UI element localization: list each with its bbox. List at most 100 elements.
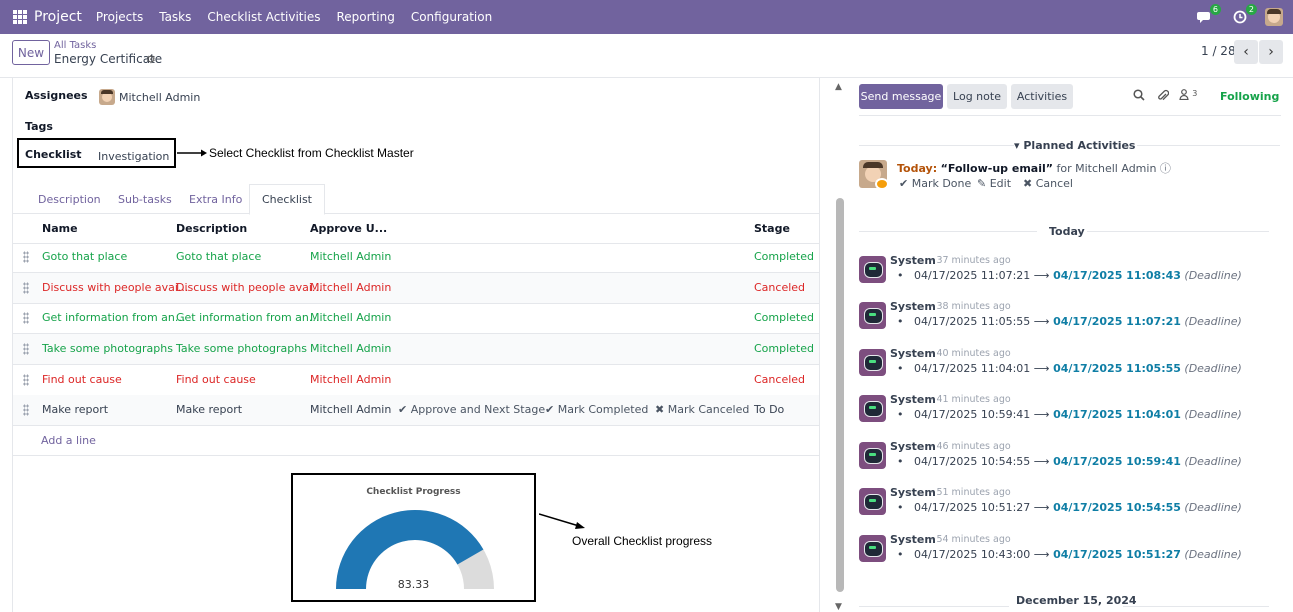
scrollbar-thumb[interactable]	[836, 198, 844, 592]
menu-reporting[interactable]: Reporting	[336, 10, 394, 24]
today-separator: Today	[1049, 225, 1085, 238]
message-item: System - 46 minutes ago • 04/17/2025 10:…	[859, 440, 1289, 480]
drag-handle-icon[interactable]	[23, 404, 29, 416]
mark-done-button[interactable]: ✔ Mark Done	[899, 177, 971, 190]
column-stage[interactable]: Stage	[754, 222, 790, 235]
row-stage[interactable]: Completed	[754, 250, 814, 263]
drag-handle-icon[interactable]	[23, 312, 29, 324]
tab-checklist[interactable]: Checklist	[249, 184, 325, 215]
chevron-right-icon: ›	[1268, 44, 1274, 60]
message-author[interactable]: System	[890, 300, 936, 313]
scroll-down-icon[interactable]: ▼	[835, 602, 842, 612]
activities-button[interactable]: Activities	[1011, 84, 1073, 109]
info-circle-icon[interactable]: ⓘ	[1160, 162, 1171, 175]
row-user[interactable]: Mitchell Admin	[310, 403, 391, 416]
row-user[interactable]: Mitchell Admin	[310, 281, 391, 294]
gear-icon[interactable]: ⚙	[146, 53, 156, 66]
row-name[interactable]: Take some photographs	[42, 342, 173, 355]
cancel-label: Cancel	[1035, 177, 1073, 190]
paperclip-icon[interactable]	[1157, 89, 1170, 105]
drag-handle-icon[interactable]	[23, 251, 29, 263]
drag-handle-icon[interactable]	[23, 343, 29, 355]
checklist-value[interactable]: Investigation	[98, 150, 169, 163]
row-stage[interactable]: Canceled	[754, 281, 805, 294]
column-description[interactable]: Description	[176, 222, 247, 235]
menu-configuration[interactable]: Configuration	[411, 10, 492, 24]
messages-icon[interactable]: 6	[1193, 4, 1221, 28]
pager-value[interactable]: 1 / 28	[1201, 44, 1236, 58]
row-name[interactable]: Discuss with people avai...	[42, 281, 188, 294]
send-message-button[interactable]: Send message	[859, 84, 943, 109]
drag-handle-icon[interactable]	[23, 374, 29, 386]
tab-extra-info[interactable]: Extra Info	[177, 184, 254, 214]
message-author[interactable]: System	[890, 347, 936, 360]
arrow-right-icon: ⟶	[1033, 315, 1050, 328]
table-row[interactable]: Goto that place Goto that place Mitchell…	[13, 242, 819, 273]
followers-button[interactable]: 3	[1179, 89, 1197, 103]
mark-canceled-button[interactable]: ✖ Mark Canceled	[655, 403, 749, 416]
scroll-up-icon[interactable]: ▲	[835, 82, 842, 92]
message-author[interactable]: System	[890, 440, 936, 453]
table-row[interactable]: Discuss with people avai... Discuss with…	[13, 273, 819, 304]
table-row[interactable]: Take some photographs Take some photogra…	[13, 334, 819, 365]
row-stage[interactable]: To Do	[754, 403, 784, 416]
pager-previous-button[interactable]: ‹	[1234, 40, 1258, 64]
tab-sub-tasks[interactable]: Sub-tasks	[106, 184, 184, 214]
row-description[interactable]: Goto that place	[176, 250, 261, 263]
activities-clock-icon[interactable]: 2	[1229, 4, 1257, 28]
row-description[interactable]: Find out cause	[176, 373, 256, 386]
menu-projects[interactable]: Projects	[96, 10, 143, 24]
app-name[interactable]: Project	[34, 9, 82, 25]
row-user[interactable]: Mitchell Admin	[310, 373, 391, 386]
row-description[interactable]: Get information from an...	[176, 311, 319, 324]
breadcrumb-parent[interactable]: All Tasks	[54, 40, 96, 51]
mark-completed-button[interactable]: ✔ Mark Completed	[545, 403, 648, 416]
row-name[interactable]: Find out cause	[42, 373, 122, 386]
cancel-activity-button[interactable]: ✖ Cancel	[1023, 177, 1073, 190]
table-row[interactable]: Make report Make report Mitchell Admin ✔…	[13, 395, 819, 426]
arrow-right-icon: ⟶	[1033, 408, 1050, 421]
edit-activity-button[interactable]: ✎ Edit	[977, 177, 1011, 190]
app-menu-icon[interactable]	[13, 10, 27, 24]
assignee-value[interactable]: Mitchell Admin	[119, 91, 200, 104]
menu-tasks[interactable]: Tasks	[159, 10, 191, 24]
approve-next-stage-button[interactable]: ✔ Approve and Next Stage	[398, 403, 545, 416]
row-stage[interactable]: Canceled	[754, 373, 805, 386]
notebook-tabs: Description Sub-tasks Extra Info Checkli…	[13, 184, 819, 215]
row-description[interactable]: Take some photographs	[176, 342, 307, 355]
row-name[interactable]: Make report	[42, 403, 108, 416]
column-name[interactable]: Name	[42, 222, 78, 235]
row-name[interactable]: Get information from an...	[42, 311, 185, 324]
log-note-button[interactable]: Log note	[947, 84, 1007, 109]
following-button[interactable]: Following	[1220, 90, 1279, 103]
row-description[interactable]: Discuss with people avai...	[176, 281, 322, 294]
message-author[interactable]: System	[890, 486, 936, 499]
tab-description[interactable]: Description	[26, 184, 113, 214]
new-button[interactable]: New	[12, 40, 50, 65]
form-scrollbar[interactable]: ▲ ▼	[833, 78, 847, 612]
row-stage[interactable]: Completed	[754, 342, 814, 355]
row-user[interactable]: Mitchell Admin	[310, 311, 391, 324]
message-author[interactable]: System	[890, 533, 936, 546]
annotation-arrow-progress	[539, 513, 585, 529]
row-stage[interactable]: Completed	[754, 311, 814, 324]
drag-handle-icon[interactable]	[23, 282, 29, 294]
column-approve-user[interactable]: Approve U...	[310, 222, 387, 235]
row-description[interactable]: Make report	[176, 403, 242, 416]
table-row[interactable]: Get information from an... Get informati…	[13, 303, 819, 334]
pager-next-button[interactable]: ›	[1259, 40, 1283, 64]
table-row[interactable]: Find out cause Find out cause Mitchell A…	[13, 365, 819, 396]
add-line-link[interactable]: Add a line	[41, 434, 96, 447]
annotation-progress-text: Overall Checklist progress	[572, 534, 713, 548]
message-author[interactable]: System	[890, 254, 936, 267]
row-user[interactable]: Mitchell Admin	[310, 342, 391, 355]
search-icon[interactable]	[1133, 89, 1145, 104]
user-avatar[interactable]	[1265, 8, 1283, 26]
message-time: - 54 minutes ago	[930, 534, 1011, 545]
message-time: - 40 minutes ago	[930, 348, 1011, 359]
planned-activities-toggle[interactable]: ▾ Planned Activities	[1014, 139, 1135, 152]
row-user[interactable]: Mitchell Admin	[310, 250, 391, 263]
message-author[interactable]: System	[890, 393, 936, 406]
row-name[interactable]: Goto that place	[42, 250, 127, 263]
menu-checklist-activities[interactable]: Checklist Activities	[207, 10, 320, 24]
